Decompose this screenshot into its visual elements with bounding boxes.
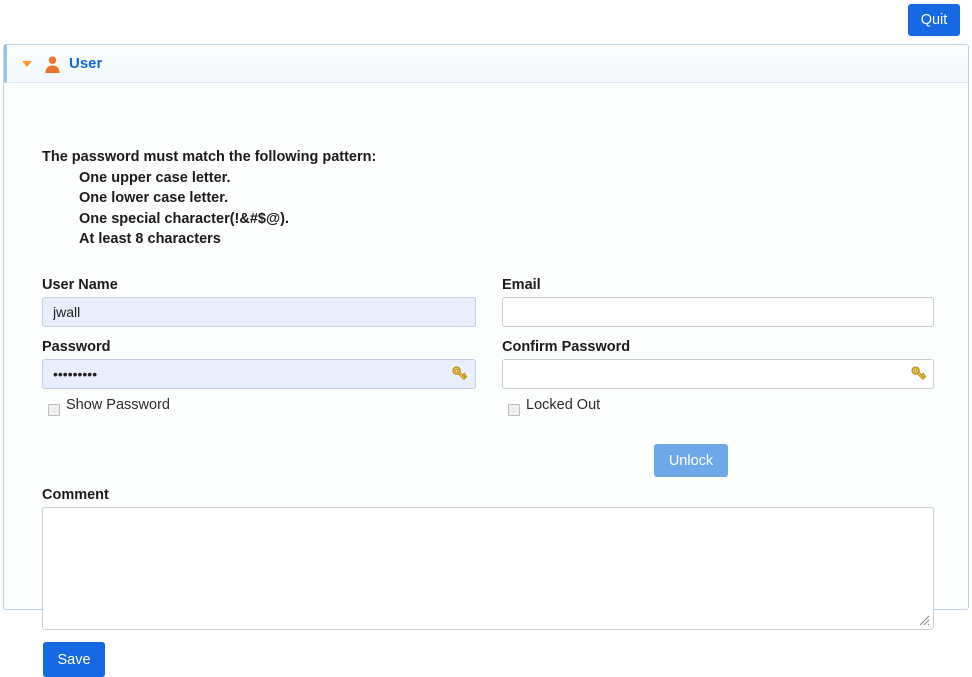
password-rule-item: One special character(!&#$@). [79, 210, 289, 227]
locked-out-checkbox[interactable] [508, 404, 520, 416]
comment-label: Comment [42, 487, 109, 503]
panel-title[interactable]: User [69, 55, 102, 72]
person-icon [43, 55, 62, 74]
password-rules-heading: The password must match the following pa… [42, 149, 377, 165]
user-panel-header[interactable]: User [4, 45, 968, 83]
top-bar: Quit [0, 0, 972, 44]
password-input[interactable] [42, 359, 476, 389]
email-input[interactable] [502, 297, 934, 327]
caret-down-icon[interactable] [22, 61, 32, 67]
key-icon[interactable] [450, 364, 470, 384]
unlock-button[interactable]: Unlock [654, 444, 728, 477]
username-label: User Name [42, 277, 118, 293]
quit-button[interactable]: Quit [908, 4, 960, 36]
password-rule-item: One lower case letter. [79, 190, 229, 206]
user-panel-body: The password must match the following pa… [4, 83, 968, 677]
password-rules: The password must match the following pa… [42, 147, 376, 250]
show-password-checkbox[interactable] [48, 404, 60, 416]
email-label: Email [502, 277, 541, 293]
user-panel: User The password must match the followi… [3, 44, 969, 677]
password-rule-item: One upper case letter. [79, 169, 231, 186]
username-input[interactable] [42, 297, 476, 327]
locked-out-label[interactable]: Locked Out [526, 397, 600, 413]
password-rule-item: At least 8 characters [79, 231, 221, 247]
comment-textarea[interactable] [42, 507, 934, 630]
key-icon[interactable] [909, 364, 929, 384]
confirm-password-label: Confirm Password [502, 339, 631, 355]
save-button[interactable]: Save [43, 642, 105, 677]
show-password-label[interactable]: Show Password [66, 397, 170, 413]
confirm-password-input[interactable] [502, 359, 934, 389]
password-label: Password [42, 339, 111, 355]
